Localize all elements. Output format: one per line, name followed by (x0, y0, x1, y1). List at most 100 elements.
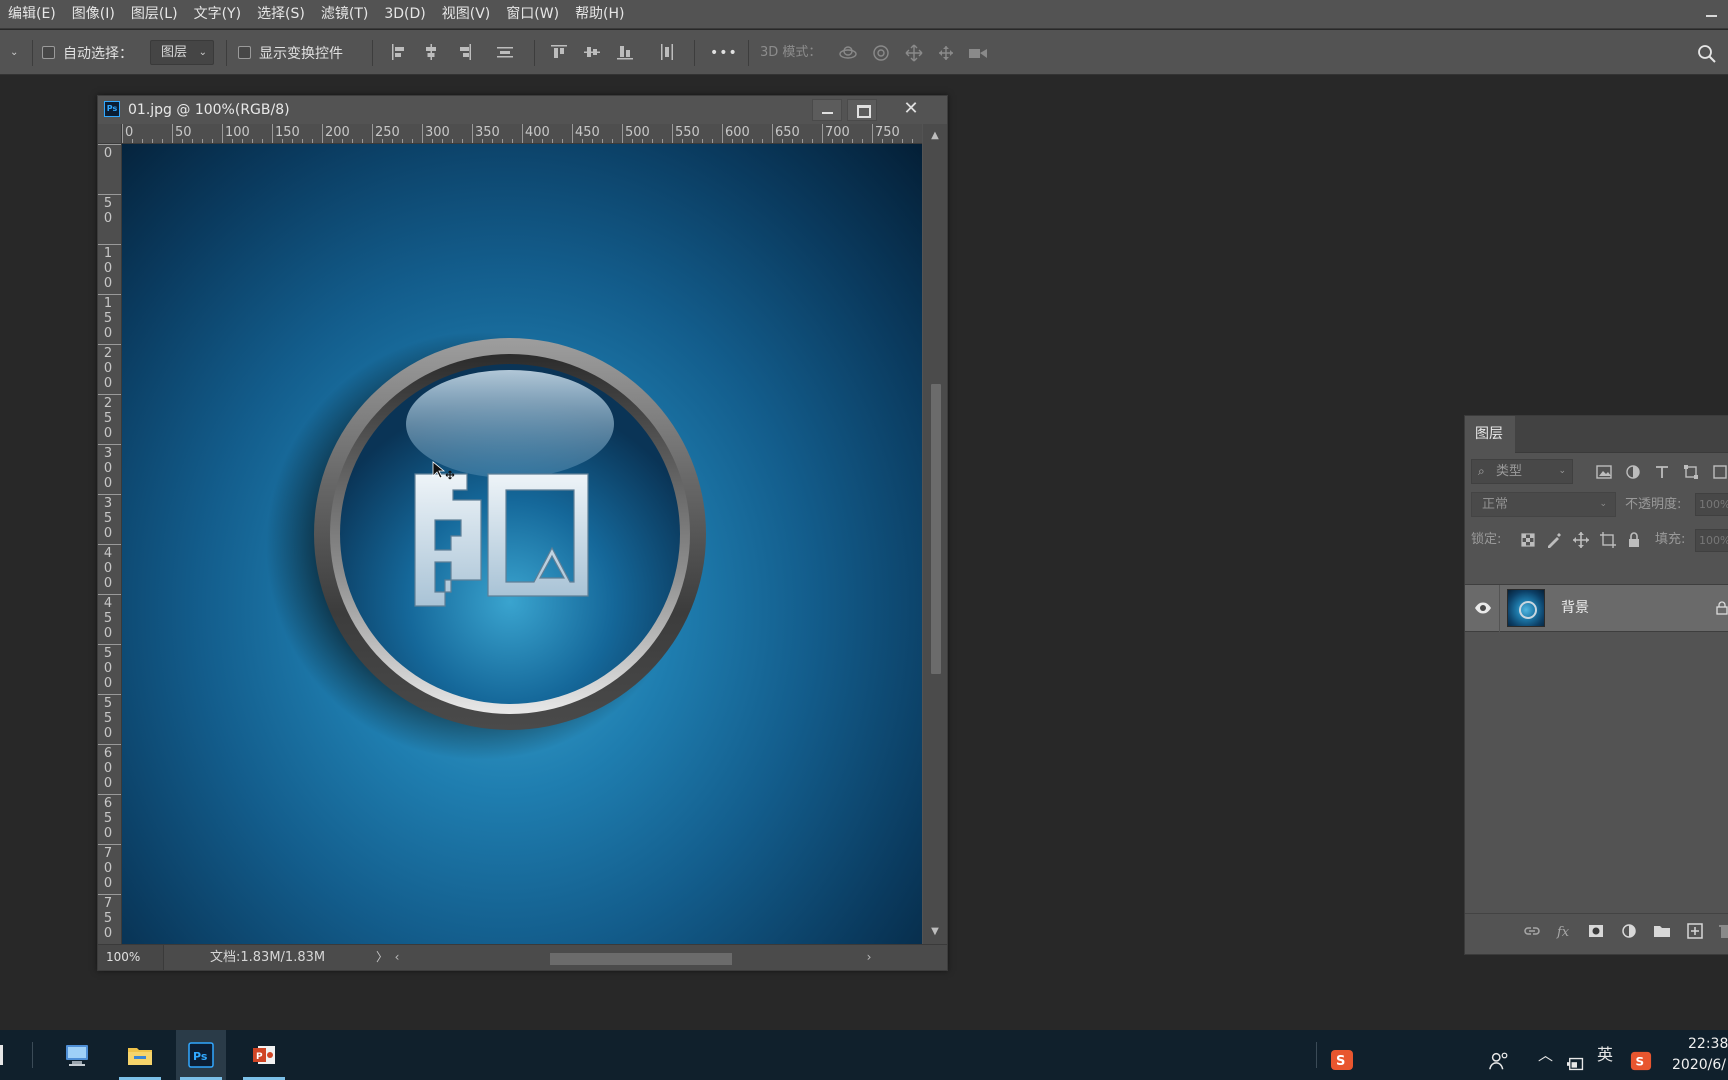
system-clock[interactable]: 22:38 2020/6/ (1672, 1034, 1728, 1076)
eye-icon[interactable] (1474, 600, 1492, 616)
align-right-edges-icon[interactable] (455, 43, 473, 61)
photoshop-doc-icon: Ps (104, 101, 120, 117)
show-hidden-icons-chevron-icon[interactable]: ︿ (1538, 1030, 1553, 1080)
horizontal-ruler[interactable]: 0 50 100 150 200 250 300 350 400 450 500 550 600 650 7… (122, 124, 922, 144)
align-vertical-centers-icon[interactable] (583, 43, 601, 61)
new-group-folder-icon[interactable] (1652, 922, 1672, 940)
filter-pixel-layers-icon[interactable] (1595, 464, 1613, 480)
battery-icon[interactable] (1566, 1044, 1588, 1071)
sogou-tray-icon[interactable]: S (1630, 1042, 1652, 1071)
vertical-scroll-thumb[interactable] (931, 384, 941, 674)
taskbar-app-file-explorer[interactable] (115, 1030, 165, 1080)
roll-3d-icon[interactable] (870, 43, 892, 63)
vertical-scrollbar[interactable]: ▲ ▼ (923, 124, 947, 944)
menu-select[interactable]: 选择(S) (249, 0, 313, 29)
opacity-field[interactable]: 100% (1695, 493, 1728, 516)
menu-layer[interactable]: 图层(L) (123, 0, 186, 29)
ruler-tick (222, 124, 223, 143)
scale-3d-icon[interactable] (967, 43, 989, 63)
auto-select-target-dropdown[interactable]: 图层 ⌄ (150, 40, 214, 65)
scroll-up-arrow-icon[interactable]: ▲ (923, 128, 947, 144)
document-close-button[interactable]: ✕ (896, 99, 926, 121)
layer-style-fx-icon[interactable]: fx (1554, 922, 1574, 940)
filter-adjustment-layers-icon[interactable] (1624, 464, 1642, 480)
task-view-edge[interactable] (0, 1045, 3, 1065)
slide-3d-icon[interactable] (935, 43, 957, 63)
orbit-3d-icon[interactable] (837, 43, 859, 63)
filter-smart-objects-icon[interactable] (1711, 464, 1728, 480)
menu-image[interactable]: 图像(I) (64, 0, 123, 29)
layer-thumbnail[interactable] (1507, 589, 1545, 627)
ruler-origin[interactable] (98, 124, 122, 144)
show-transform-checkbox[interactable] (238, 46, 251, 59)
filter-shape-layers-icon[interactable] (1682, 464, 1700, 480)
new-layer-icon[interactable] (1685, 922, 1705, 940)
input-language-indicator[interactable]: 英 (1597, 1030, 1613, 1080)
canvas[interactable] (122, 144, 922, 944)
layer-lock-icon[interactable] (1715, 601, 1728, 615)
horizontal-scrollbar[interactable]: ‹ › (390, 949, 876, 966)
ruler-tick (172, 124, 173, 143)
align-top-edges-icon[interactable] (550, 43, 568, 61)
vertical-ruler[interactable]: 0 50 100 150 200 250 300 350 400 450 500 550 600 650 7… (98, 144, 122, 944)
lock-transparent-pixels-icon[interactable] (1519, 531, 1537, 549)
ruler-label: 600 (725, 125, 750, 140)
app-minimize-button[interactable] (1700, 4, 1722, 24)
link-layers-icon[interactable] (1522, 922, 1542, 940)
show-transform-checkbox-group[interactable]: 显示变换控件 (238, 30, 343, 75)
status-menu-arrow-icon[interactable]: 〉 (376, 945, 388, 970)
align-horizontal-centers-icon[interactable] (422, 43, 440, 61)
ruler-tick (98, 594, 121, 595)
filter-type-layers-icon[interactable] (1653, 464, 1671, 480)
ruler-tick (672, 124, 673, 143)
sogou-input-icon[interactable]: S (1330, 1042, 1354, 1070)
ruler-tick (272, 124, 273, 143)
ruler-label: 150 (275, 125, 300, 140)
taskbar-app-computer[interactable] (52, 1030, 102, 1080)
horizontal-scroll-thumb[interactable] (550, 953, 732, 965)
menu-type[interactable]: 文字(Y) (186, 0, 249, 29)
document-maximize-button[interactable] (847, 99, 877, 121)
delete-layer-icon[interactable] (1717, 922, 1728, 940)
scroll-left-arrow-icon[interactable]: ‹ (390, 949, 404, 966)
lock-artboard-icon[interactable] (1599, 531, 1617, 549)
add-mask-icon[interactable] (1586, 922, 1606, 940)
adjustment-layer-icon[interactable] (1619, 922, 1639, 940)
menu-filter[interactable]: 滤镜(T) (313, 0, 376, 29)
distribute-vertical-icon[interactable] (658, 43, 676, 61)
blend-mode-dropdown[interactable]: 正常 ⌄ (1471, 492, 1616, 517)
lock-image-pixels-icon[interactable] (1545, 531, 1563, 549)
menu-view[interactable]: 视图(V) (434, 0, 499, 29)
distribute-horizontal-icon[interactable] (496, 43, 514, 61)
more-options-button[interactable]: ••• (710, 30, 738, 75)
document-minimize-button[interactable] (812, 99, 842, 121)
search-icon[interactable] (1696, 43, 1718, 63)
tab-layers[interactable]: 图层 (1465, 416, 1515, 453)
auto-select-checkbox-group[interactable]: 自动选择： (42, 30, 133, 75)
menu-help[interactable]: 帮助(H) (567, 0, 632, 29)
lock-all-icon[interactable] (1625, 531, 1643, 549)
menu-edit[interactable]: 编辑(E) (0, 0, 64, 29)
scroll-down-arrow-icon[interactable]: ▼ (923, 924, 947, 940)
align-left-edges-icon[interactable] (390, 43, 408, 61)
ruler-minor-tick (852, 139, 853, 143)
menu-window[interactable]: 窗口(W) (498, 0, 567, 29)
menu-3d[interactable]: 3D(D) (376, 0, 433, 29)
document-window: Ps 01.jpg @ 100%(RGB/8) ✕ 0 50 100 150 200 25… (97, 95, 948, 971)
scroll-right-arrow-icon[interactable]: › (862, 949, 876, 966)
zoom-field[interactable]: 100% (98, 945, 164, 970)
document-size-info[interactable]: 文档:1.83M/1.83M (210, 945, 325, 970)
pan-3d-icon[interactable] (903, 43, 925, 63)
lock-position-icon[interactable] (1572, 531, 1590, 549)
fill-field[interactable]: 100% (1695, 529, 1728, 552)
auto-select-checkbox[interactable] (42, 46, 55, 59)
taskbar-app-photoshop[interactable]: Ps (176, 1030, 226, 1080)
tool-preset-chevron-icon[interactable]: ⌄ (10, 30, 18, 75)
layer-filter-dropdown[interactable]: ⌕ 类型 ⌄ (1471, 459, 1573, 484)
document-titlebar[interactable]: Ps 01.jpg @ 100%(RGB/8) ✕ (98, 96, 947, 124)
layer-row-background[interactable]: 背景 (1465, 584, 1728, 633)
align-bottom-edges-icon[interactable] (616, 43, 634, 61)
layer-name[interactable]: 背景 (1561, 585, 1589, 633)
taskbar-app-powerpoint[interactable]: P (239, 1030, 289, 1080)
people-icon[interactable] (1488, 1042, 1510, 1070)
